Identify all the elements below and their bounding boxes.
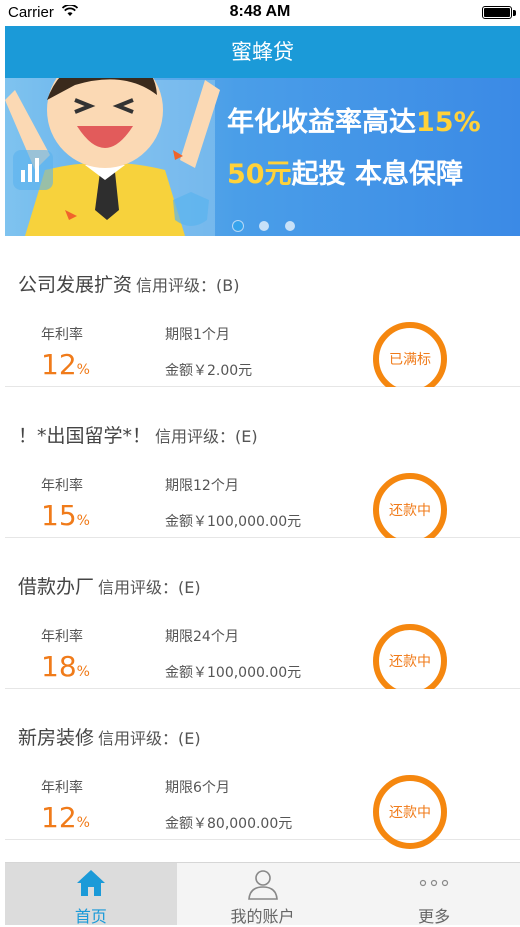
- banner-headline: 年化收益率高达15%: [227, 100, 481, 139]
- battery-icon: [482, 6, 512, 19]
- status-badge[interactable]: 已满标: [373, 322, 447, 396]
- rate-unit: %: [76, 362, 90, 378]
- status-badge[interactable]: 还款中: [373, 775, 447, 849]
- tab-label: 首页: [74, 907, 107, 926]
- carousel-dot[interactable]: [259, 221, 269, 231]
- credit-rating: 信用评级：(E): [98, 729, 201, 748]
- loan-amount: 金额￥100,000.00元: [165, 514, 302, 530]
- loan-name: 借款办厂: [18, 576, 95, 598]
- rate-value: 18%: [41, 650, 90, 683]
- loan-period: 期限6个月: [165, 780, 230, 796]
- loan-item[interactable]: 公司发展扩资 信用评级：(B) 年利率 12% 期限1个月 金额￥2.00元 已满…: [5, 236, 520, 396]
- banner-headline-text: 年化收益率高达: [227, 107, 416, 138]
- status-bar: Carrier 8:48 AM: [0, 0, 520, 26]
- rate-label: 年利率: [41, 780, 83, 796]
- battery-tip: [513, 10, 516, 16]
- tab-more[interactable]: 更多: [348, 863, 520, 926]
- rate-value: 15%: [41, 499, 90, 532]
- rate-unit: %: [76, 664, 90, 680]
- loan-list: 公司发展扩资 信用评级：(B) 年利率 12% 期限1个月 金额￥2.00元 已满…: [5, 236, 520, 849]
- carousel-indicator[interactable]: [233, 216, 311, 235]
- tab-bar: 首页 我的账户 更多: [5, 862, 520, 926]
- loan-title: 借款办厂 信用评级：(E): [18, 572, 201, 599]
- loan-period: 期限1个月: [165, 327, 230, 343]
- loan-title: 公司发展扩资 信用评级：(B): [18, 270, 239, 297]
- promo-banner[interactable]: 年化收益率高达15% 50元起投 本息保障: [5, 60, 520, 236]
- carousel-dot[interactable]: [285, 221, 295, 231]
- rate-unit: %: [76, 513, 90, 529]
- status-badge[interactable]: 还款中: [373, 624, 447, 698]
- credit-rating: 信用评级：(E): [155, 427, 258, 446]
- rate-value: 12%: [41, 801, 90, 834]
- banner-subline: 50元起投 本息保障: [227, 152, 463, 191]
- loan-period: 期限12个月: [165, 478, 239, 494]
- page-title: 蜜蜂贷: [231, 40, 294, 64]
- home-icon: [76, 870, 105, 896]
- tab-label: 我的账户: [230, 907, 295, 926]
- tab-home[interactable]: 首页: [5, 863, 177, 926]
- status-badge[interactable]: 还款中: [373, 473, 447, 547]
- user-icon: [247, 870, 278, 900]
- rate-unit: %: [76, 815, 90, 831]
- loan-amount: 金额￥80,000.00元: [165, 816, 293, 832]
- tab-label: 更多: [418, 907, 451, 926]
- loan-title: ！*出国留学*！ 信用评级：(E): [18, 421, 258, 448]
- nav-bar: 蜜蜂贷: [5, 26, 520, 78]
- banner-subline-text: 起投 本息保障: [291, 159, 463, 190]
- rate-label: 年利率: [41, 478, 83, 494]
- loan-name: 新房装修: [18, 727, 95, 749]
- loan-amount: 金额￥2.00元: [165, 363, 253, 379]
- rate-number: 18: [41, 650, 77, 683]
- loan-name: ！*出国留学*！: [18, 425, 152, 447]
- rate-number: 12: [41, 348, 77, 381]
- credit-rating: 信用评级：(B): [136, 276, 240, 295]
- rate-value: 12%: [41, 348, 90, 381]
- tab-account[interactable]: 我的账户: [177, 863, 349, 926]
- loan-title: 新房装修 信用评级：(E): [18, 723, 201, 750]
- clock: 8:48 AM: [229, 3, 291, 20]
- banner-subline-highlight: 50元: [227, 159, 292, 190]
- carousel-dot[interactable]: [233, 221, 243, 231]
- loan-item[interactable]: 新房装修 信用评级：(E) 年利率 12% 期限6个月 金额￥80,000.00元…: [5, 689, 520, 849]
- loan-amount: 金额￥100,000.00元: [165, 665, 302, 681]
- loan-item[interactable]: ！*出国留学*！ 信用评级：(E) 年利率 15% 期限12个月 金额￥100,0…: [5, 387, 520, 547]
- mascot-illustration: [5, 60, 220, 236]
- more-icon: [420, 879, 449, 887]
- loan-name: 公司发展扩资: [18, 274, 133, 296]
- rate-label: 年利率: [41, 327, 83, 343]
- rate-label: 年利率: [41, 629, 83, 645]
- loan-period: 期限24个月: [165, 629, 239, 645]
- loan-item[interactable]: 借款办厂 信用评级：(E) 年利率 18% 期限24个月 金额￥100,000.0…: [5, 538, 520, 698]
- banner-headline-highlight: 15%: [416, 107, 481, 138]
- rate-number: 15: [41, 499, 77, 532]
- rate-number: 12: [41, 801, 77, 834]
- credit-rating: 信用评级：(E): [98, 578, 201, 597]
